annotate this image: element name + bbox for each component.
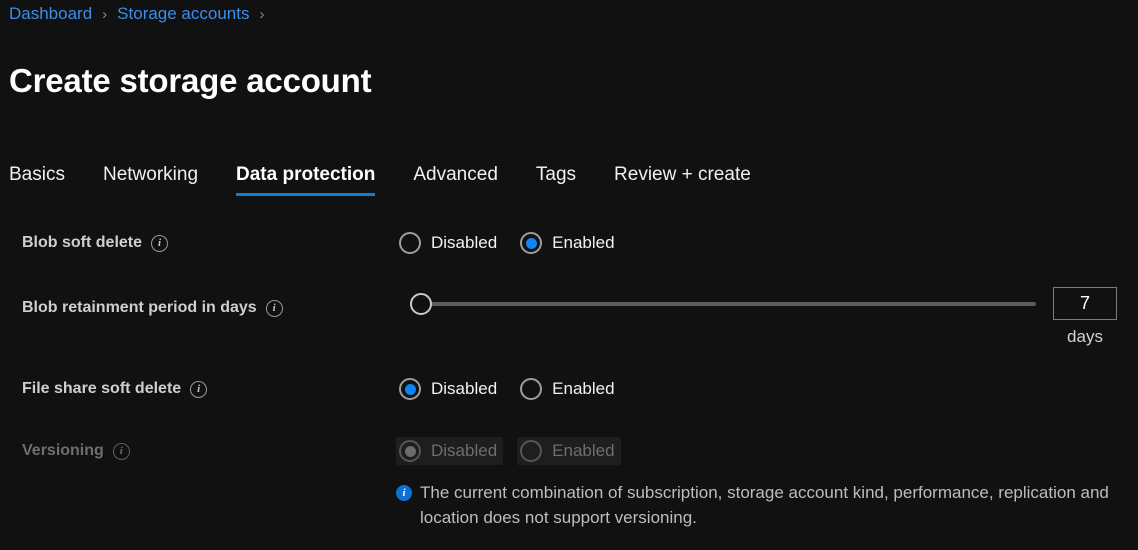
tab-basics[interactable]: Basics <box>9 160 65 200</box>
input-blob-retainment-days[interactable] <box>1053 287 1117 320</box>
info-icon[interactable]: i <box>112 442 130 460</box>
label-blob-soft-delete-text: Blob soft delete <box>22 234 143 251</box>
row-blob-soft-delete: Blob soft delete i Disabled Enabled <box>0 226 1138 260</box>
label-file-share-soft-delete-text: File share soft delete <box>22 380 182 397</box>
radio-label: Disabled <box>431 441 498 460</box>
radio-label: Enabled <box>552 379 615 398</box>
info-icon[interactable]: i <box>151 234 169 252</box>
tab-advanced[interactable]: Advanced <box>413 160 498 200</box>
radio-indicator-icon <box>520 378 543 400</box>
radio-file-share-soft-delete-disabled[interactable]: Disabled <box>396 375 503 403</box>
tab-networking[interactable]: Networking <box>103 160 198 200</box>
label-days-unit: days <box>1067 327 1103 346</box>
slider-blob-retainment-period[interactable] <box>410 292 1040 316</box>
info-icon[interactable]: i <box>190 380 208 398</box>
info-badge-icon: i <box>396 485 412 501</box>
radio-indicator-icon <box>399 378 421 400</box>
breadcrumb-item-dashboard[interactable]: Dashboard <box>9 4 92 24</box>
label-blob-retainment-period-text: Blob retainment period in days <box>22 299 257 316</box>
versioning-info-message: i The current combination of subscriptio… <box>396 481 1110 530</box>
info-icon[interactable]: i <box>265 299 283 317</box>
tab-review-create[interactable]: Review + create <box>614 160 751 200</box>
slider-track <box>422 302 1036 306</box>
radio-group-blob-soft-delete: Disabled Enabled <box>396 229 621 257</box>
label-file-share-soft-delete: File share soft delete i <box>22 380 208 398</box>
radio-indicator-icon <box>399 232 421 254</box>
row-versioning: Versioning i Disabled Enabled <box>0 434 1138 468</box>
radio-group-file-share-soft-delete: Disabled Enabled <box>396 375 621 403</box>
radio-indicator-icon <box>399 440 421 462</box>
radio-blob-soft-delete-enabled[interactable]: Enabled <box>517 229 620 257</box>
versioning-info-message-text: The current combination of subscription,… <box>420 483 1109 527</box>
radio-label: Disabled <box>431 233 498 252</box>
label-blob-soft-delete: Blob soft delete i <box>22 234 169 252</box>
radio-indicator-icon <box>520 232 543 254</box>
slider-thumb[interactable] <box>410 293 432 315</box>
radio-label: Enabled <box>552 441 615 460</box>
breadcrumb-item-storage-accounts[interactable]: Storage accounts <box>117 4 249 24</box>
create-storage-account-page: Dashboard › Storage accounts › Create st… <box>0 0 1138 550</box>
breadcrumb: Dashboard › Storage accounts › <box>9 0 274 28</box>
radio-indicator-icon <box>520 440 543 462</box>
tab-bar: Basics Networking Data protection Advanc… <box>9 160 751 200</box>
label-versioning-text: Versioning <box>22 442 104 459</box>
radio-versioning-enabled: Enabled <box>517 437 621 465</box>
breadcrumb-separator-icon: › <box>259 5 265 23</box>
label-versioning: Versioning i <box>22 442 130 460</box>
radio-blob-soft-delete-disabled[interactable]: Disabled <box>396 229 503 257</box>
page-title: Create storage account <box>9 62 372 100</box>
radio-group-versioning: Disabled Enabled <box>396 437 621 465</box>
radio-label: Disabled <box>431 379 498 398</box>
radio-versioning-disabled: Disabled <box>396 437 504 465</box>
radio-label: Enabled <box>552 233 615 252</box>
radio-file-share-soft-delete-enabled[interactable]: Enabled <box>517 375 620 403</box>
row-file-share-soft-delete: File share soft delete i Disabled Enable… <box>0 372 1138 406</box>
tab-data-protection[interactable]: Data protection <box>236 160 376 200</box>
label-blob-retainment-period: Blob retainment period in days i <box>22 299 283 317</box>
breadcrumb-separator-icon: › <box>102 5 108 23</box>
tab-tags[interactable]: Tags <box>536 160 576 200</box>
